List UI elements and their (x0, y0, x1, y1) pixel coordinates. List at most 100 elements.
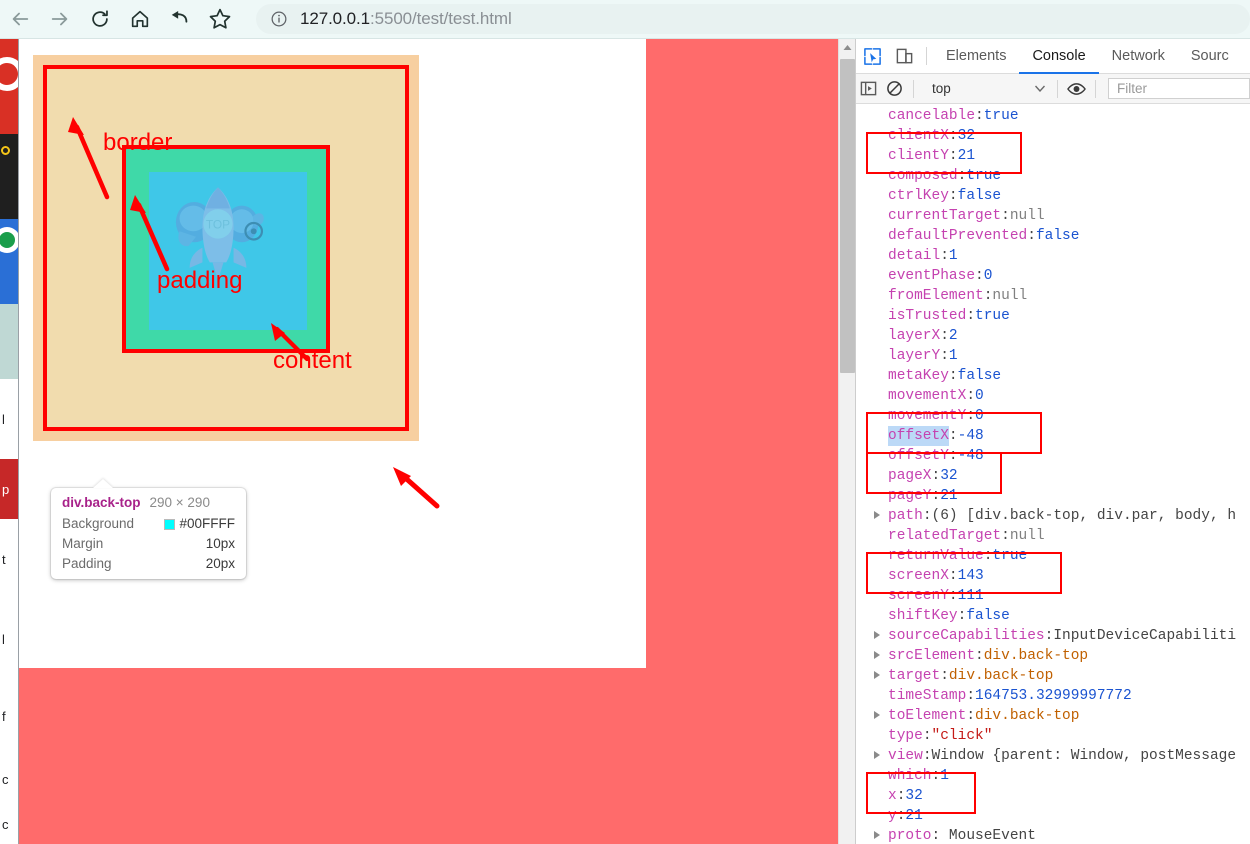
console-line[interactable]: offsetY: -48 (856, 446, 1250, 466)
console-line[interactable]: target: div.back-top (856, 666, 1250, 686)
inspect-element-button[interactable] (856, 39, 888, 74)
console-line[interactable]: sourceCapabilities: InputDeviceCapabilit… (856, 626, 1250, 646)
back-button[interactable] (0, 0, 40, 39)
device-toolbar-button[interactable] (888, 39, 920, 74)
expand-triangle-icon[interactable] (874, 631, 880, 639)
expand-triangle-icon[interactable] (874, 651, 880, 659)
console-line[interactable]: returnValue: true (856, 546, 1250, 566)
console-property-key: path (888, 508, 923, 524)
console-property-key: cancelable (888, 108, 976, 124)
console-line[interactable]: proto : MouseEvent (856, 826, 1250, 844)
console-line[interactable]: movementX: 0 (856, 386, 1250, 406)
console-line[interactable]: detail: 1 (856, 246, 1250, 266)
console-line[interactable]: pageX: 32 (856, 466, 1250, 486)
console-colon: : (896, 808, 906, 824)
console-colon: : (1027, 228, 1036, 244)
console-property-value: 1 (948, 348, 958, 364)
padding-label: padding (157, 267, 243, 294)
console-property-key: clientX (888, 128, 949, 144)
console-line[interactable]: defaultPrevented: false (856, 226, 1250, 246)
bookmark-button[interactable] (200, 0, 240, 39)
console-property-value: 2 (948, 328, 958, 344)
scroll-up-button[interactable] (839, 39, 856, 56)
tab-elements[interactable]: Elements (933, 39, 1019, 74)
console-property-value: false (1035, 228, 1080, 244)
console-property-value: 0 (975, 388, 984, 404)
address-bar[interactable]: 127.0.0.1:5500/test/test.html (256, 4, 1250, 34)
console-line[interactable]: ctrlKey: false (856, 186, 1250, 206)
console-line[interactable]: movementY: 0 (856, 406, 1250, 426)
console-sidebar-button[interactable] (856, 71, 882, 106)
console-context-selector[interactable]: top (924, 78, 1051, 100)
console-output[interactable]: cancelable: true clientX: 32 clientY: 21 co… (856, 104, 1250, 844)
reload-button[interactable] (80, 0, 120, 39)
clear-console-button[interactable] (882, 71, 908, 106)
console-property-key: ctrlKey (888, 188, 949, 204)
forward-button[interactable] (40, 0, 80, 39)
console-line[interactable]: type: "click" (856, 726, 1250, 746)
console-line[interactable]: srcElement: div.back-top (856, 646, 1250, 666)
scrollbar-thumb[interactable] (840, 59, 855, 373)
console-line[interactable]: layerY: 1 (856, 346, 1250, 366)
console-filter-input[interactable]: Filter (1107, 78, 1250, 99)
console-property-value: null (1009, 208, 1045, 224)
url-host: 127.0.0.1 (300, 9, 370, 28)
console-property-value: -48 (957, 448, 984, 464)
console-line[interactable]: composed: true (856, 166, 1250, 186)
expand-triangle-icon[interactable] (874, 751, 880, 759)
console-property-value: 21 (940, 488, 958, 504)
console-line[interactable]: clientY: 21 (856, 146, 1250, 166)
console-property-key: fromElement (888, 288, 984, 304)
console-line[interactable]: metaKey: false (856, 366, 1250, 386)
console-colon: : (966, 408, 976, 424)
console-line[interactable]: fromElement: null (856, 286, 1250, 306)
console-line[interactable]: toElement: div.back-top (856, 706, 1250, 726)
console-colon: : (966, 688, 976, 704)
console-property-value: InputDeviceCapabiliti (1053, 628, 1237, 644)
console-colon: : (896, 788, 906, 804)
console-line[interactable]: layerX: 2 (856, 326, 1250, 346)
tab-network[interactable]: Network (1099, 39, 1178, 74)
tab-sources[interactable]: Sourc (1178, 39, 1242, 74)
console-line[interactable]: screenX: 143 (856, 566, 1250, 586)
expand-triangle-icon[interactable] (874, 831, 880, 839)
expand-triangle-icon[interactable] (874, 671, 880, 679)
console-line[interactable]: isTrusted: true (856, 306, 1250, 326)
console-line[interactable]: clientX: 32 (856, 126, 1250, 146)
console-line[interactable]: y: 21 (856, 806, 1250, 826)
ring-logo-icon (0, 57, 18, 91)
console-line[interactable]: x: 32 (856, 786, 1250, 806)
tooltip-key-background: Background (62, 516, 135, 531)
console-line[interactable]: screenY: 111 (856, 586, 1250, 606)
console-line[interactable]: currentTarget: null (856, 206, 1250, 226)
console-line[interactable]: cancelable: true (856, 106, 1250, 126)
console-property-value: 32 (905, 788, 923, 804)
console-line[interactable]: timeStamp: 164753.32999997772 (856, 686, 1250, 706)
console-line[interactable]: pageY: 21 (856, 486, 1250, 506)
console-property-value: null (1009, 528, 1045, 544)
live-expression-button[interactable] (1064, 71, 1090, 106)
console-line[interactable]: relatedTarget: null (856, 526, 1250, 546)
page-vertical-scrollbar[interactable] (838, 39, 855, 844)
console-line[interactable]: path: (6) [div.back-top, div.par, body, … (856, 506, 1250, 526)
tab-console[interactable]: Console (1019, 39, 1098, 74)
console-line[interactable]: offsetX: -48 (856, 426, 1250, 446)
home-button[interactable] (120, 0, 160, 39)
undo-button[interactable] (160, 0, 200, 39)
console-line[interactable]: which: 1 (856, 766, 1250, 786)
console-line[interactable]: eventPhase: 0 (856, 266, 1250, 286)
console-property-key: pageY (888, 488, 932, 504)
console-property-key: shiftKey (888, 608, 958, 624)
inspector-tooltip: div.back-top 290 × 290 Background #00FFF… (51, 488, 246, 579)
console-property-value: 164753.32999997772 (975, 688, 1132, 704)
expand-triangle-icon[interactable] (874, 511, 880, 519)
background-window-edge[interactable]: l p t l f c c (0, 39, 19, 844)
console-property-key: pageX (888, 468, 932, 484)
console-line[interactable]: view: Window {parent: Window, postMessag… (856, 746, 1250, 766)
site-info-icon[interactable] (270, 10, 288, 28)
console-property-key: x (888, 788, 897, 804)
tooltip-dimensions: 290 × 290 (149, 495, 210, 510)
console-line[interactable]: shiftKey: false (856, 606, 1250, 626)
tooltip-selector: div.back-top (62, 495, 141, 510)
expand-triangle-icon[interactable] (874, 711, 880, 719)
